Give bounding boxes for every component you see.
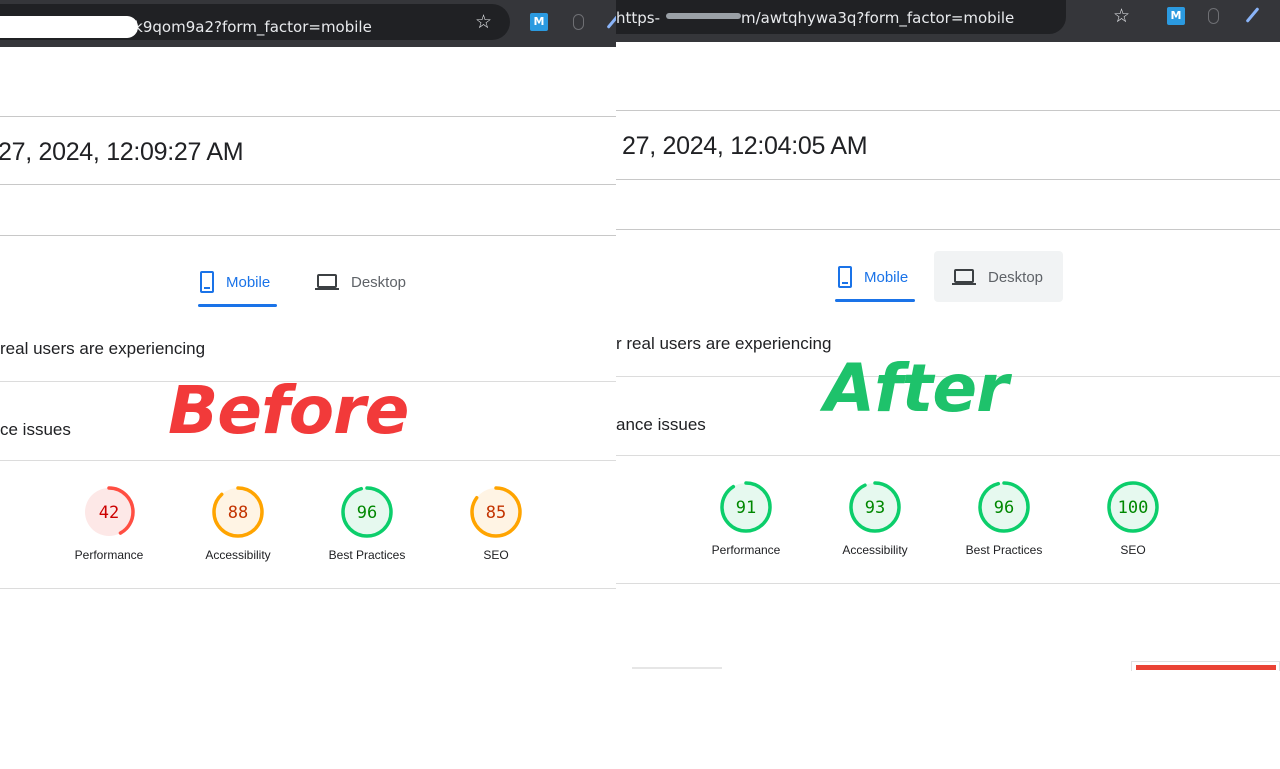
after-headline: After bbox=[824, 350, 1009, 427]
url-redaction bbox=[666, 13, 741, 19]
before-pane: /nmk9qom9a2?form_factor=mobile ☆ M 27, 2… bbox=[0, 0, 616, 769]
laptop-icon bbox=[952, 267, 976, 287]
gauge-score: 85 bbox=[486, 503, 506, 523]
gauge-label: SEO bbox=[483, 548, 509, 562]
score-gauge[interactable]: 96 Best Practices bbox=[297, 484, 437, 562]
divider bbox=[616, 229, 1280, 230]
gauge-score: 93 bbox=[865, 498, 885, 518]
gauge-ring: 96 bbox=[341, 486, 393, 538]
gauge-ring: 85 bbox=[470, 486, 522, 538]
score-gauge[interactable]: 42 Performance bbox=[39, 484, 179, 562]
tab-desktop-label: Desktop bbox=[351, 273, 407, 291]
gauge-label: Best Practices bbox=[965, 543, 1043, 557]
divider bbox=[0, 588, 616, 589]
gauge-score: 88 bbox=[228, 503, 248, 523]
address-bar[interactable]: https- m/awtqhywa3q?form_factor=mobile bbox=[616, 0, 1066, 34]
gauge-score: 96 bbox=[994, 498, 1014, 518]
gauge-ring: 88 bbox=[212, 486, 264, 538]
gauge-label: Best Practices bbox=[328, 548, 406, 562]
gauge-ring: 42 bbox=[83, 486, 135, 538]
divider bbox=[0, 116, 616, 117]
divider bbox=[0, 460, 616, 461]
score-gauge[interactable]: 93 Accessibility bbox=[805, 479, 945, 557]
extension-m-icon[interactable]: M bbox=[530, 13, 548, 31]
gauge-ring: 96 bbox=[978, 481, 1030, 533]
after-pane: https- m/awtqhywa3q?form_factor=mobile ☆… bbox=[616, 0, 1280, 769]
tab-mobile[interactable]: Mobile bbox=[200, 262, 270, 302]
report-datetime: 27, 2024, 12:04:05 AM bbox=[622, 132, 868, 160]
url-text[interactable]: /nmk9qom9a2?form_factor=mobile bbox=[105, 18, 372, 36]
divider bbox=[0, 184, 616, 185]
browser-toolbar: https- m/awtqhywa3q?form_factor=mobile ☆… bbox=[616, 0, 1280, 42]
gauge-label: Performance bbox=[74, 548, 144, 562]
report-datetime: 27, 2024, 12:09:27 AM bbox=[0, 138, 244, 166]
tab-active-indicator bbox=[198, 304, 277, 307]
phone-icon bbox=[200, 271, 214, 293]
before-headline: Before bbox=[168, 372, 409, 449]
gauge-score: 96 bbox=[357, 503, 377, 523]
divider bbox=[0, 235, 616, 236]
mouse-icon[interactable] bbox=[573, 14, 584, 30]
gauge-score: 42 bbox=[99, 503, 119, 523]
score-gauge[interactable]: 91 Performance bbox=[676, 479, 816, 557]
tab-desktop[interactable]: Desktop bbox=[952, 257, 1043, 297]
gauge-label: Accessibility bbox=[842, 543, 908, 557]
star-icon[interactable]: ☆ bbox=[1113, 5, 1130, 28]
eyedropper-icon[interactable] bbox=[606, 13, 616, 29]
diagnose-heading: ance issues bbox=[616, 415, 706, 434]
gauge-ring: 91 bbox=[720, 481, 772, 533]
browser-toolbar: /nmk9qom9a2?form_factor=mobile ☆ M bbox=[0, 0, 616, 47]
mouse-icon[interactable] bbox=[1208, 8, 1219, 24]
faint-text-fragment bbox=[632, 667, 722, 669]
eyedropper-icon[interactable] bbox=[1245, 7, 1260, 23]
tab-active-indicator bbox=[835, 299, 915, 302]
tab-desktop-label: Desktop bbox=[988, 268, 1044, 286]
score-gauge[interactable]: 96 Best Practices bbox=[934, 479, 1074, 557]
gauge-ring: 100 bbox=[1107, 481, 1159, 533]
url-redaction bbox=[0, 16, 138, 38]
score-gauge[interactable]: 100 SEO bbox=[1063, 479, 1203, 557]
score-gauge[interactable]: 88 Accessibility bbox=[168, 484, 308, 562]
url-text[interactable]: m/awtqhywa3q?form_factor=mobile bbox=[741, 9, 1014, 27]
laptop-icon bbox=[315, 272, 339, 292]
gauge-score: 100 bbox=[1118, 498, 1149, 518]
field-data-heading: r real users are experiencing bbox=[616, 334, 832, 353]
gauge-label: Performance bbox=[711, 543, 781, 557]
star-icon[interactable]: ☆ bbox=[475, 11, 492, 34]
divider bbox=[616, 110, 1280, 111]
extension-m-icon[interactable]: M bbox=[1167, 7, 1185, 25]
gauge-score: 91 bbox=[736, 498, 756, 518]
tab-mobile-label: Mobile bbox=[864, 268, 909, 286]
url-prefix[interactable]: https- bbox=[616, 9, 660, 27]
tab-desktop[interactable]: Desktop bbox=[315, 262, 406, 302]
address-bar[interactable]: /nmk9qom9a2?form_factor=mobile bbox=[0, 4, 510, 40]
gauge-label: Accessibility bbox=[205, 548, 271, 562]
score-gauge[interactable]: 85 SEO bbox=[426, 484, 566, 562]
divider bbox=[616, 455, 1280, 456]
divider bbox=[616, 583, 1280, 584]
field-data-heading: real users are experiencing bbox=[0, 339, 206, 358]
gauge-label: SEO bbox=[1120, 543, 1146, 557]
tab-mobile[interactable]: Mobile bbox=[838, 257, 908, 297]
partial-red-bar bbox=[1136, 665, 1276, 670]
divider bbox=[616, 179, 1280, 180]
phone-icon bbox=[838, 266, 852, 288]
tab-mobile-label: Mobile bbox=[226, 273, 271, 291]
diagnose-heading: ce issues bbox=[0, 420, 71, 439]
gauge-ring: 93 bbox=[849, 481, 901, 533]
